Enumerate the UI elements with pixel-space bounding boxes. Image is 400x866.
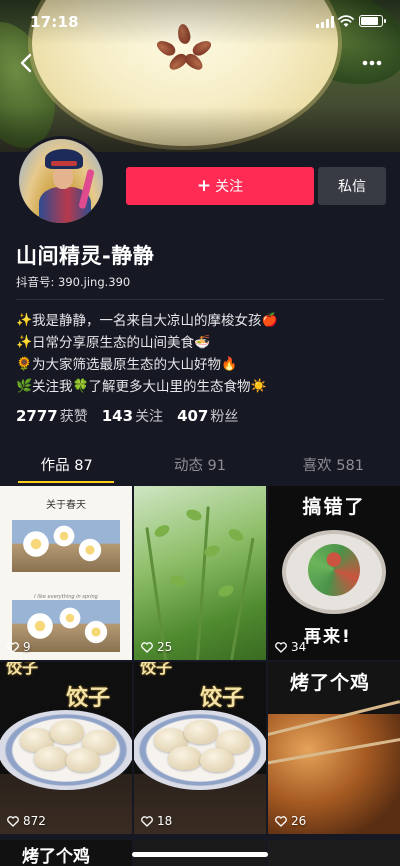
avatar-figure-hat xyxy=(45,149,83,169)
profile-douyin-id[interactable]: 抖音号: 390.jing.390 xyxy=(16,274,130,290)
stat-likes-value: 2777 xyxy=(16,407,58,425)
video-thumbnail[interactable] xyxy=(268,840,400,866)
video-thumbnail[interactable]: 饺子 饺子 872 xyxy=(0,662,132,834)
home-indicator[interactable] xyxy=(132,852,268,857)
profile-name: 山间精灵-静静 xyxy=(16,244,155,268)
sunflower-icon: 🌻 xyxy=(16,357,33,372)
like-count-value: 26 xyxy=(291,814,307,828)
bio-text: 了解更多大山里的生态食物 xyxy=(88,379,251,395)
heart-icon xyxy=(275,641,287,653)
follow-button-label: 关注 xyxy=(215,179,244,195)
tab-moments[interactable]: 动态 91 xyxy=(133,449,266,485)
profile-divider xyxy=(16,299,384,300)
chevron-left-icon xyxy=(20,53,32,73)
clover-icon: 🍀 xyxy=(72,379,89,394)
thumb-photo xyxy=(12,520,120,572)
stat-followers[interactable]: 407 粉丝 xyxy=(177,406,238,426)
tab-works[interactable]: 作品 87 xyxy=(0,449,133,485)
like-count: 34 xyxy=(275,640,306,654)
sun-icon: ☀️ xyxy=(250,379,267,394)
message-button-label: 私信 xyxy=(338,179,366,195)
back-button[interactable] xyxy=(14,50,40,76)
apple-icon: 🍎 xyxy=(261,313,278,328)
active-tab-indicator xyxy=(18,481,114,483)
like-count-value: 25 xyxy=(157,640,173,654)
fire-icon: 🔥 xyxy=(221,357,238,372)
bio-text: 为大家筛选最原生态的大山好物 xyxy=(32,357,221,373)
more-button[interactable] xyxy=(357,50,387,76)
video-thumbnail[interactable]: 烤了个鸡 xyxy=(0,840,132,866)
like-count: 26 xyxy=(275,814,306,828)
stat-likes-label: 获赞 xyxy=(59,409,88,425)
heart-icon xyxy=(275,815,287,827)
sparkles-icon: ✨ xyxy=(16,313,33,328)
status-time: 17:18 xyxy=(30,13,79,31)
thumb-text: 饺子 xyxy=(140,662,173,677)
battery-icon xyxy=(359,15,386,27)
like-count-value: 872 xyxy=(23,814,46,828)
bio-text: 关注我 xyxy=(32,379,73,395)
wifi-icon xyxy=(338,15,354,27)
plus-icon: + xyxy=(196,176,212,196)
thumb-text: 饺子 xyxy=(66,686,111,711)
thumb-text: 烤了个鸡 xyxy=(22,847,90,866)
thumb-text: 搞错了 xyxy=(302,496,366,518)
thumb-title: 关于春天 xyxy=(46,500,86,511)
thumb-phoenix-logo xyxy=(308,544,360,596)
stat-followers-label: 粉丝 xyxy=(210,409,239,425)
video-thumbnail[interactable]: 关于春天 I like everything in spring 9 xyxy=(0,486,132,660)
message-button[interactable]: 私信 xyxy=(318,167,386,205)
bio-line: 🌻 为大家筛选最原生态的大山好物 🔥 xyxy=(16,354,386,376)
bio-line: 🌿 关注我 🍀 了解更多大山里的生态食物 ☀️ xyxy=(16,376,386,398)
content-tabs: 作品 87 动态 91 喜欢 581 xyxy=(0,449,400,485)
video-thumbnail[interactable]: 25 xyxy=(134,486,266,660)
like-count: 9 xyxy=(7,640,31,654)
status-bar: 17:18 xyxy=(0,0,400,44)
sparkles-icon: ✨ xyxy=(16,335,33,350)
profile-stats: 2777 获赞 143 关注 407 粉丝 xyxy=(16,406,238,426)
like-count-value: 34 xyxy=(291,640,307,654)
bio-line: ✨ 日常分享原生态的山间美食 🍜 xyxy=(16,332,386,354)
thumb-text: 饺子 xyxy=(6,662,39,677)
bio-line: ✨ 我是静静，一名来自大凉山的摩梭女孩 🍎 xyxy=(16,310,386,332)
heart-icon xyxy=(7,641,19,653)
like-count: 18 xyxy=(141,814,172,828)
like-count-value: 18 xyxy=(157,814,173,828)
like-count-value: 9 xyxy=(23,640,31,654)
like-count: 25 xyxy=(141,640,172,654)
heart-icon xyxy=(7,815,19,827)
video-thumbnail[interactable]: 搞错了 再来! 34 xyxy=(268,486,400,660)
stat-likes[interactable]: 2777 获赞 xyxy=(16,406,88,426)
tab-liked[interactable]: 喜欢 581 xyxy=(267,449,400,485)
follow-button[interactable]: + 关注 xyxy=(126,167,314,205)
video-thumbnail[interactable]: 烤了个鸡 26 xyxy=(268,662,400,834)
stat-following-label: 关注 xyxy=(135,409,164,425)
cellular-signal-icon xyxy=(316,16,334,28)
heart-icon xyxy=(141,815,153,827)
bio-text: 日常分享原生态的山间美食 xyxy=(32,335,194,351)
thumb-text: 烤了个鸡 xyxy=(290,672,371,694)
bio-text: 我是静静，一名来自大凉山的摩梭女孩 xyxy=(32,313,262,329)
video-thumbnail[interactable]: 饺子 饺子 18 xyxy=(134,662,266,834)
herb-icon: 🌿 xyxy=(16,379,33,394)
thumb-text: 饺子 xyxy=(200,686,245,711)
avatar[interactable] xyxy=(16,136,106,226)
more-dots-icon xyxy=(362,60,382,66)
stat-following[interactable]: 143 关注 xyxy=(102,406,163,426)
like-count: 872 xyxy=(7,814,46,828)
stat-following-value: 143 xyxy=(101,407,134,425)
profile-bio: ✨ 我是静静，一名来自大凉山的摩梭女孩 🍎 ✨ 日常分享原生态的山间美食 🍜 🌻… xyxy=(16,310,386,398)
stat-followers-value: 407 xyxy=(177,407,209,425)
heart-icon xyxy=(141,641,153,653)
thumb-text: 再来! xyxy=(304,627,352,647)
noodle-bowl-icon: 🍜 xyxy=(194,335,211,350)
